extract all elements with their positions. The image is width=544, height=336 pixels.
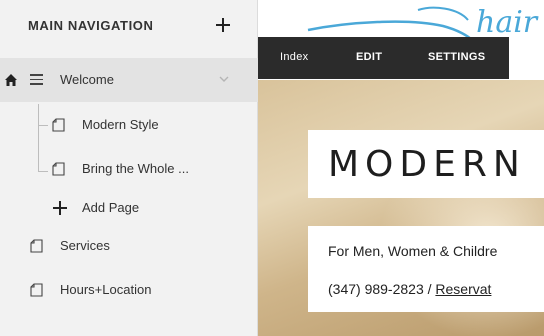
edit-tab[interactable]: EDIT	[356, 51, 382, 63]
phone-number: (347) 989-2823 /	[328, 281, 436, 297]
settings-tab[interactable]: SETTINGS	[428, 51, 485, 63]
list-icon	[30, 74, 43, 85]
nav-item-hours-location[interactable]: Hours+Location	[0, 268, 258, 312]
nav-item-label: Modern Style	[82, 117, 159, 132]
nav-item-label: Services	[60, 238, 110, 253]
nav-item-services[interactable]: Services	[0, 224, 258, 268]
page-icon	[30, 239, 43, 253]
audience-text: For Men, Women & Childre	[328, 243, 498, 259]
nav-header: MAIN NAVIGATION	[0, 0, 258, 52]
contact-line: (347) 989-2823 / Reservat	[328, 281, 491, 297]
nav-item-modern-style[interactable]: Modern Style	[0, 103, 258, 147]
page-title-block: MODERN	[308, 130, 544, 198]
reservations-link[interactable]: Reservat	[435, 281, 491, 297]
nav-item-label: Hours+Location	[60, 282, 152, 297]
nav-title: MAIN NAVIGATION	[28, 18, 154, 33]
chevron-down-icon[interactable]	[218, 73, 230, 85]
add-page-plus-icon[interactable]	[212, 14, 234, 36]
page-icon	[30, 283, 43, 297]
nav-item-label: Bring the Whole ...	[82, 161, 189, 176]
index-tab[interactable]: Index	[280, 51, 308, 63]
nav-item-bring-the-whole[interactable]: Bring the Whole ...	[0, 147, 258, 191]
logo-text: hair	[476, 5, 539, 40]
info-block: For Men, Women & Childre (347) 989-2823 …	[308, 226, 544, 312]
page-icon	[52, 118, 65, 132]
page-title: MODERN	[328, 144, 526, 185]
home-icon	[5, 74, 17, 86]
plus-icon	[52, 200, 68, 216]
nav-item-label: Welcome	[60, 72, 114, 87]
sidebar: MAIN NAVIGATION Welcome Modern Style Bri…	[0, 0, 258, 336]
nav-item-welcome[interactable]: Welcome	[0, 58, 258, 102]
edit-toolbar: Index EDIT SETTINGS	[258, 37, 509, 79]
page-icon	[52, 162, 65, 176]
add-page-label: Add Page	[82, 200, 140, 215]
